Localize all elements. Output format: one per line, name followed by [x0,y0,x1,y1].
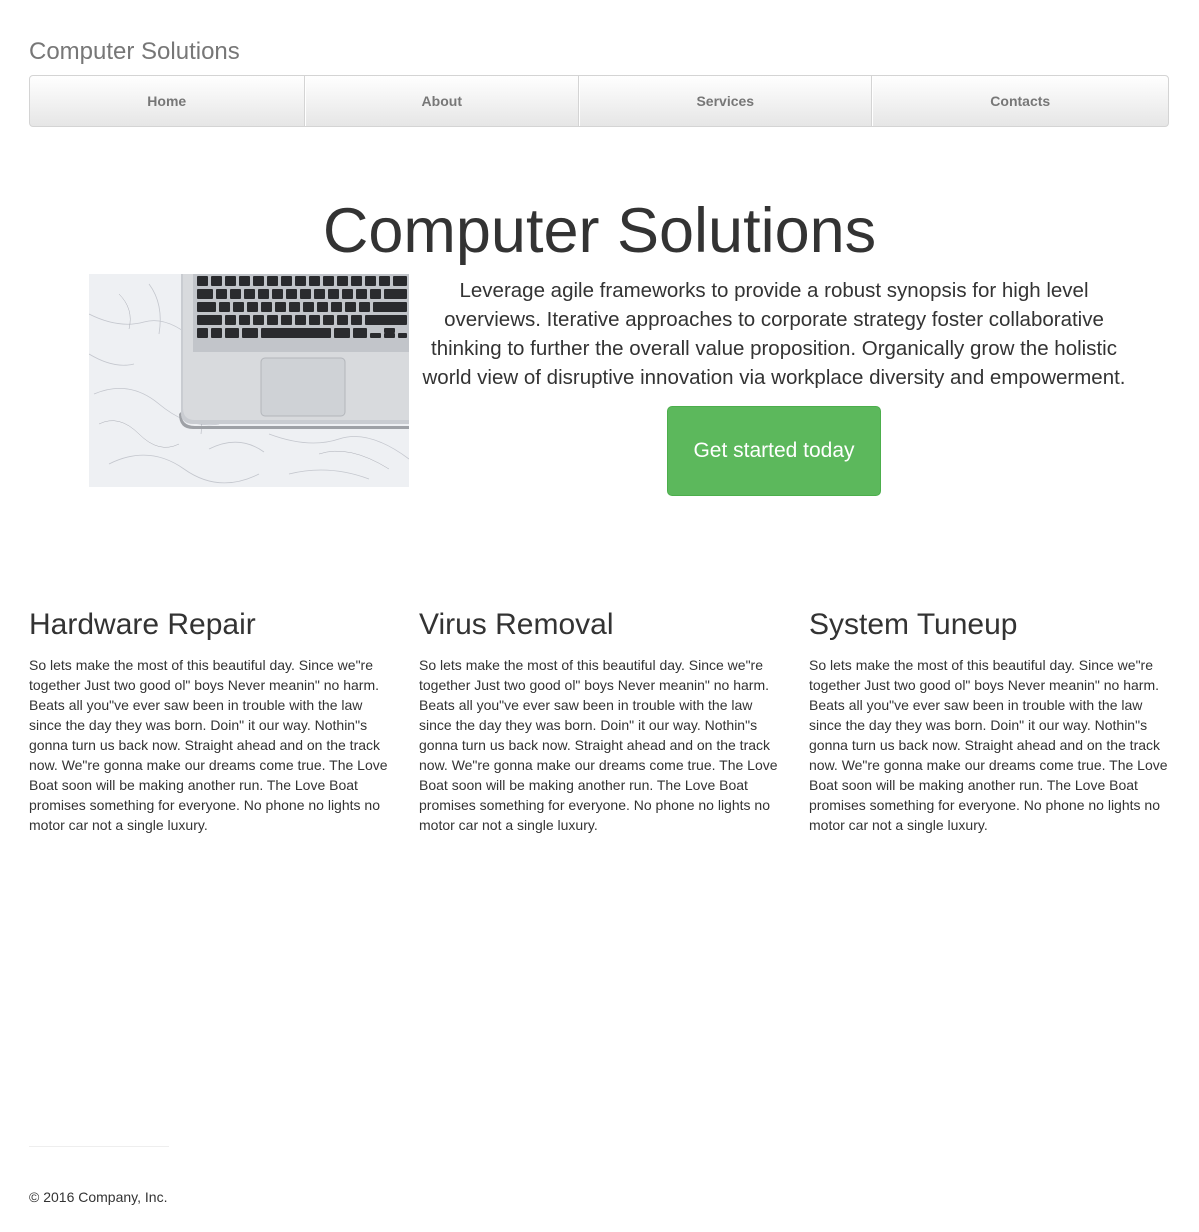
service-title: Hardware Repair [29,608,256,641]
footer-copyright: © 2016 Company, Inc. [29,1189,168,1205]
service-text: So lets make the most of this beautiful … [419,657,778,833]
nav-item-home[interactable]: Home [30,76,305,126]
service-text: So lets make the most of this beautiful … [29,657,388,833]
get-started-button[interactable]: Get started today [667,406,881,496]
nav-item-services[interactable]: Services [579,76,872,126]
brand-title[interactable]: Computer Solutions [29,37,240,67]
laptop-on-marble-image [89,274,409,487]
hero-description: Leverage agile frameworks to provide a r… [422,279,1126,389]
service-title: Virus Removal [419,608,614,641]
service-column-system-tuneup: System Tuneup So lets make the most of t… [809,605,1171,835]
nav-item-about[interactable]: About [304,76,580,126]
service-column-virus-removal: Virus Removal So lets make the most of t… [419,605,781,835]
main-navbar: Home About Services Contacts [29,75,1169,127]
service-text: So lets make the most of this beautiful … [809,657,1168,833]
nav-item-contacts[interactable]: Contacts [871,76,1168,126]
service-title: System Tuneup [809,608,1018,641]
service-column-hardware-repair: Hardware Repair So lets make the most of… [29,605,391,835]
hero-title: Computer Solutions [322,196,877,266]
footer-divider [29,1146,169,1147]
